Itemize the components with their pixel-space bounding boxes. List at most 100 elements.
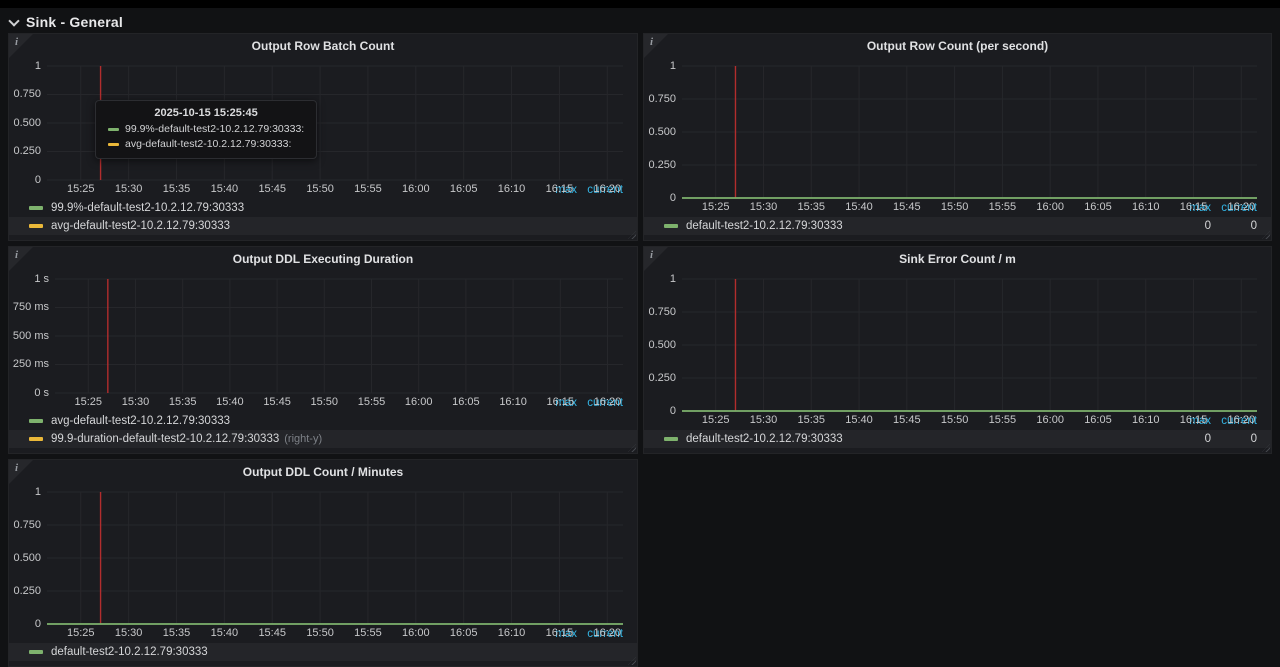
panel-sink-error-count-m: iSink Error Count / m10.7500.5000.250015… (643, 246, 1272, 454)
x-axis-tick-label: 15:45 (883, 201, 931, 213)
y-axis-tick-label: 750 ms (9, 301, 49, 313)
legend-series-row: avg-default-test2-10.2.12.79:30333 (9, 217, 637, 235)
panel-corner-triangle (9, 247, 33, 271)
legend-series-label[interactable]: avg-default-test2-10.2.12.79:30333 (51, 415, 230, 427)
y-axis-tick-label: 1 (644, 273, 676, 285)
y-axis-tick-label: 0.250 (9, 585, 41, 597)
x-axis-tick-label: 15:50 (931, 201, 979, 213)
y-axis-tick-label: 0 (644, 192, 676, 204)
y-axis-tick-label: 0.500 (9, 552, 41, 564)
tooltip-timestamp: 2025-10-15 15:25:45 (108, 107, 304, 119)
x-axis-tick-label: 15:35 (152, 183, 200, 195)
panel-title[interactable]: Output Row Count (per second) (644, 34, 1271, 57)
tooltip-series-label: 99.9%-default-test2-10.2.12.79:30333: (125, 123, 304, 135)
x-axis-tick-label: 16:00 (392, 183, 440, 195)
y-axis-tick-label: 0 (644, 405, 676, 417)
legend-series-label[interactable]: default-test2-10.2.12.79:30333 (686, 433, 843, 445)
series-color-swatch (29, 419, 43, 423)
x-axis-tick-label: 16:10 (489, 396, 537, 408)
x-axis-tick-label: 15:30 (105, 183, 153, 195)
x-axis-tick-label: 15:50 (931, 414, 979, 426)
info-icon[interactable]: i (15, 249, 18, 261)
y-axis-tick-label: 0.500 (644, 126, 676, 138)
legend-series-label[interactable]: default-test2-10.2.12.79:30333 (686, 220, 843, 232)
x-axis-tick-label: 15:25 (57, 627, 105, 639)
x-axis-tick-label: 15:45 (248, 627, 296, 639)
legend-series-row: avg-default-test2-10.2.12.79:30333 (9, 412, 637, 430)
graph-tooltip: 2025-10-15 15:25:45 99.9%-default-test2-1… (95, 100, 317, 159)
x-axis-tick-label: 16:15 (535, 627, 583, 639)
x-axis-tick-label: 16:10 (488, 627, 536, 639)
x-axis-tick-label: 15:40 (835, 201, 883, 213)
y-axis-tick-label: 1 (644, 60, 676, 72)
panel-corner-triangle (9, 34, 33, 58)
x-axis-tick-label: 15:25 (57, 183, 105, 195)
x-axis-tick-label: 16:20 (583, 627, 631, 639)
legend-series-label[interactable]: default-test2-10.2.12.79:30333 (51, 646, 208, 658)
panel-title[interactable]: Output Row Batch Count (9, 34, 637, 57)
panel-title[interactable]: Output DDL Count / Minutes (9, 460, 637, 483)
series-color-swatch (664, 437, 678, 441)
x-axis-tick-label: 15:45 (248, 183, 296, 195)
info-icon[interactable]: i (15, 462, 18, 474)
x-axis-tick-label: 15:50 (296, 183, 344, 195)
tooltip-series-label: avg-default-test2-10.2.12.79:30333: (125, 138, 291, 150)
x-axis-tick-label: 15:40 (835, 414, 883, 426)
series-color-swatch (29, 437, 43, 441)
x-axis-tick-label: 15:30 (739, 201, 787, 213)
panel-title[interactable]: Output DDL Executing Duration (9, 247, 637, 270)
x-axis-tick-label: 16:00 (392, 627, 440, 639)
legend-series-label[interactable]: 99.9-duration-default-test2-10.2.12.79:3… (51, 433, 279, 445)
x-axis-tick-label: 15:55 (978, 414, 1026, 426)
x-axis-tick-label: 16:20 (1217, 414, 1265, 426)
info-icon[interactable]: i (650, 36, 653, 48)
x-axis-tick-label: 15:35 (152, 627, 200, 639)
legend-series-label[interactable]: avg-default-test2-10.2.12.79:30333 (51, 220, 230, 232)
panel-corner-triangle (644, 247, 668, 271)
y-axis-tick-label: 250 ms (9, 358, 49, 370)
legend-current-value: 0 (1211, 433, 1257, 445)
legend-series-row: default-test2-10.2.12.79:30333 (9, 643, 637, 661)
info-icon[interactable]: i (650, 249, 653, 261)
x-axis-tick-label: 16:20 (583, 396, 631, 408)
x-axis-tick-label: 15:55 (344, 627, 392, 639)
legend-series-label[interactable]: 99.9%-default-test2-10.2.12.79:30333 (51, 202, 244, 214)
legend-max-value: 0 (1171, 433, 1211, 445)
x-axis-tick-label: 16:20 (1217, 201, 1265, 213)
x-axis-tick-label: 16:20 (583, 183, 631, 195)
series-color-swatch (29, 224, 43, 228)
x-axis-tick-label: 15:55 (978, 201, 1026, 213)
y-axis-tick-label: 0.250 (9, 145, 41, 157)
legend-series-row: 99.9%-default-test2-10.2.12.79:30333 (9, 199, 637, 217)
panels-grid: iOutput Row Batch Count10.7500.5000.2500… (0, 0, 1280, 625)
panel-title[interactable]: Sink Error Count / m (644, 247, 1271, 270)
legend-series-row: default-test2-10.2.12.79:30333 00 (644, 430, 1271, 448)
series-color-swatch (29, 206, 43, 210)
x-axis-tick-label: 15:30 (739, 414, 787, 426)
x-axis-tick-label: 16:05 (1074, 414, 1122, 426)
panel-corner-triangle (9, 460, 33, 484)
x-axis-tick-label: 16:00 (1026, 201, 1074, 213)
chart-canvas (9, 483, 637, 641)
y-axis-tick-label: 500 ms (9, 330, 49, 342)
y-axis-tick-label: 0.250 (644, 159, 676, 171)
x-axis-tick-label: 15:35 (159, 396, 207, 408)
x-axis-tick-label: 15:40 (200, 627, 248, 639)
legend-max-value: 0 (1171, 220, 1211, 232)
x-axis-tick-label: 16:00 (1026, 414, 1074, 426)
panel-output-ddl-count-minutes: iOutput DDL Count / Minutes10.7500.5000.… (8, 459, 638, 667)
x-axis-tick-label: 15:25 (692, 201, 740, 213)
info-icon[interactable]: i (15, 36, 18, 48)
series-color-swatch (29, 650, 43, 654)
panel-chart: 10.7500.5000.250015:2515:3015:3515:4015:… (644, 57, 1271, 201)
x-axis-tick-label: 15:25 (692, 414, 740, 426)
chart-canvas (9, 270, 637, 410)
x-axis-tick-label: 15:50 (296, 627, 344, 639)
x-axis-tick-label: 15:40 (206, 396, 254, 408)
dashboard-row-header[interactable]: Sink - General (8, 11, 123, 33)
x-axis-tick-label: 16:05 (440, 627, 488, 639)
y-axis-tick-label: 1 s (9, 273, 49, 285)
x-axis-tick-label: 15:30 (105, 627, 153, 639)
y-axis-tick-label: 0 (9, 618, 41, 630)
chart-canvas (644, 270, 1271, 428)
